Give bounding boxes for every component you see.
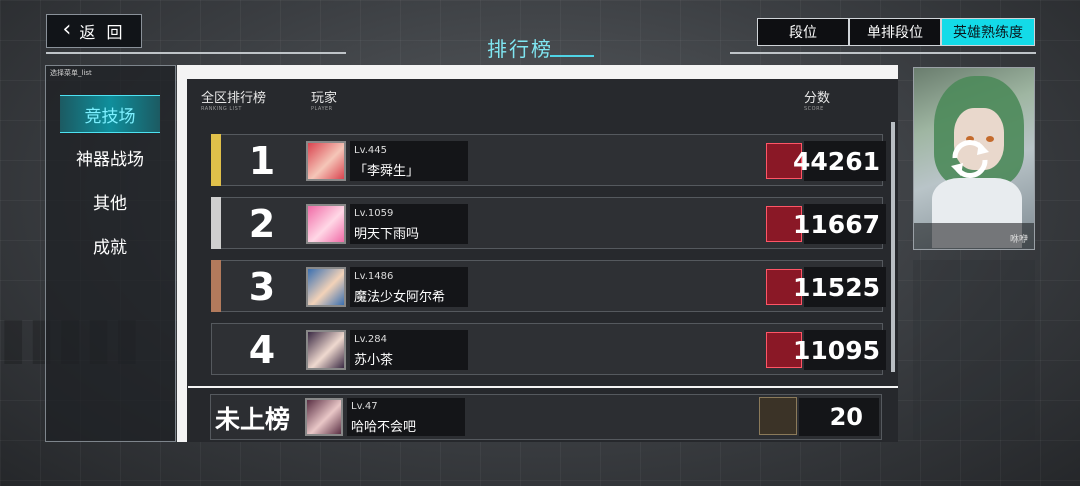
avatar[interactable] <box>306 204 346 244</box>
own-rank-card[interactable]: 未上榜 Lv.47 哈哈不会吧 20 <box>210 394 882 440</box>
tab-hero-proficiency[interactable]: 英雄熟练度 <box>941 18 1035 46</box>
scrollbar[interactable] <box>891 122 895 372</box>
hero-name: 咻咿 <box>1009 235 1028 245</box>
player-level: Lv.47 <box>351 401 378 412</box>
player-info: Lv.1486 魔法少女阿尔希 <box>350 267 468 307</box>
hero-card-shadow <box>913 260 1035 440</box>
player-score: 20 <box>829 403 863 431</box>
avatar[interactable] <box>305 398 343 436</box>
title-underline <box>550 55 594 57</box>
table-row[interactable]: 2 Lv.1059 明天下雨吗 11667 <box>211 197 886 249</box>
sidebar-item-artifact-battle[interactable]: 神器战场 <box>60 139 160 175</box>
back-button[interactable]: ‹ 返 回 <box>46 14 142 48</box>
rank-number: 3 <box>248 265 276 309</box>
sidebar-caption: 选择菜单_list <box>50 69 92 77</box>
player-level: Lv.284 <box>354 334 387 345</box>
score-box: 44261 <box>793 141 886 181</box>
score-box: 20 <box>799 398 879 436</box>
own-rank: 未上榜 <box>215 405 291 434</box>
table-row[interactable]: 1 Lv.445 「李舜生」 44261 <box>211 134 886 186</box>
tier-badge-icon <box>759 397 797 435</box>
score-box: 11525 <box>793 267 886 307</box>
player-score: 44261 <box>793 147 880 176</box>
tab-rank[interactable]: 段位 <box>757 18 849 46</box>
player-level: Lv.1059 <box>354 208 394 219</box>
player-name: 明天下雨吗 <box>354 227 420 242</box>
player-info: Lv.284 苏小茶 <box>350 330 468 370</box>
sidebar-item-arena[interactable]: 竞技场 <box>60 95 160 133</box>
player-info: Lv.47 哈哈不会吧 <box>347 398 465 436</box>
rank-number: 4 <box>248 328 276 372</box>
back-button-label: 返 回 <box>79 23 126 42</box>
avatar[interactable] <box>306 330 346 370</box>
rank-number: 1 <box>248 139 276 183</box>
page-title: 排行榜 <box>487 37 553 61</box>
score-box: 11667 <box>793 204 886 244</box>
avatar[interactable] <box>306 141 346 181</box>
tab-solo-rank[interactable]: 单排段位 <box>849 18 941 46</box>
avatar[interactable] <box>306 267 346 307</box>
player-score: 11525 <box>793 273 880 302</box>
table-row[interactable]: 4 Lv.284 苏小茶 11095 <box>211 323 886 375</box>
player-level: Lv.445 <box>354 145 387 156</box>
header-player: 玩家 PLAYER <box>311 91 338 112</box>
header-score: 分数 SCORE <box>804 91 831 112</box>
sidebar: 选择菜单_list 竞技场 神器战场 其他 成就 <box>45 65 176 442</box>
chevron-left-icon: ‹ <box>62 16 72 42</box>
player-name: 苏小茶 <box>354 353 394 368</box>
rank-stripe <box>211 260 221 312</box>
rank-number: 2 <box>248 202 276 246</box>
rank-stripe <box>211 197 221 249</box>
player-score: 11095 <box>793 336 880 365</box>
header-divider-left <box>46 52 346 54</box>
sidebar-item-other[interactable]: 其他 <box>60 183 160 219</box>
player-name: 哈哈不会吧 <box>351 420 417 435</box>
sidebar-item-achievement[interactable]: 成就 <box>60 227 160 263</box>
rank-stripe <box>211 134 221 186</box>
own-rank-row: 未上榜 Lv.47 哈哈不会吧 20 <box>188 386 898 442</box>
refresh-icon[interactable] <box>945 136 995 182</box>
ranking-tabs: 段位 单排段位 英雄熟练度 <box>757 18 1035 46</box>
table-row[interactable]: 3 Lv.1486 魔法少女阿尔希 11525 <box>211 260 886 312</box>
player-info: Lv.445 「李舜生」 <box>350 141 468 181</box>
player-name: 魔法少女阿尔希 <box>354 290 446 305</box>
header-divider-right <box>730 52 1036 54</box>
score-box: 11095 <box>793 330 886 370</box>
header-rank: 全区排行榜 RANKING LIST <box>201 91 267 112</box>
player-name: 「李舜生」 <box>354 164 420 179</box>
player-info: Lv.1059 明天下雨吗 <box>350 204 468 244</box>
player-score: 11667 <box>793 210 880 239</box>
player-level: Lv.1486 <box>354 271 394 282</box>
